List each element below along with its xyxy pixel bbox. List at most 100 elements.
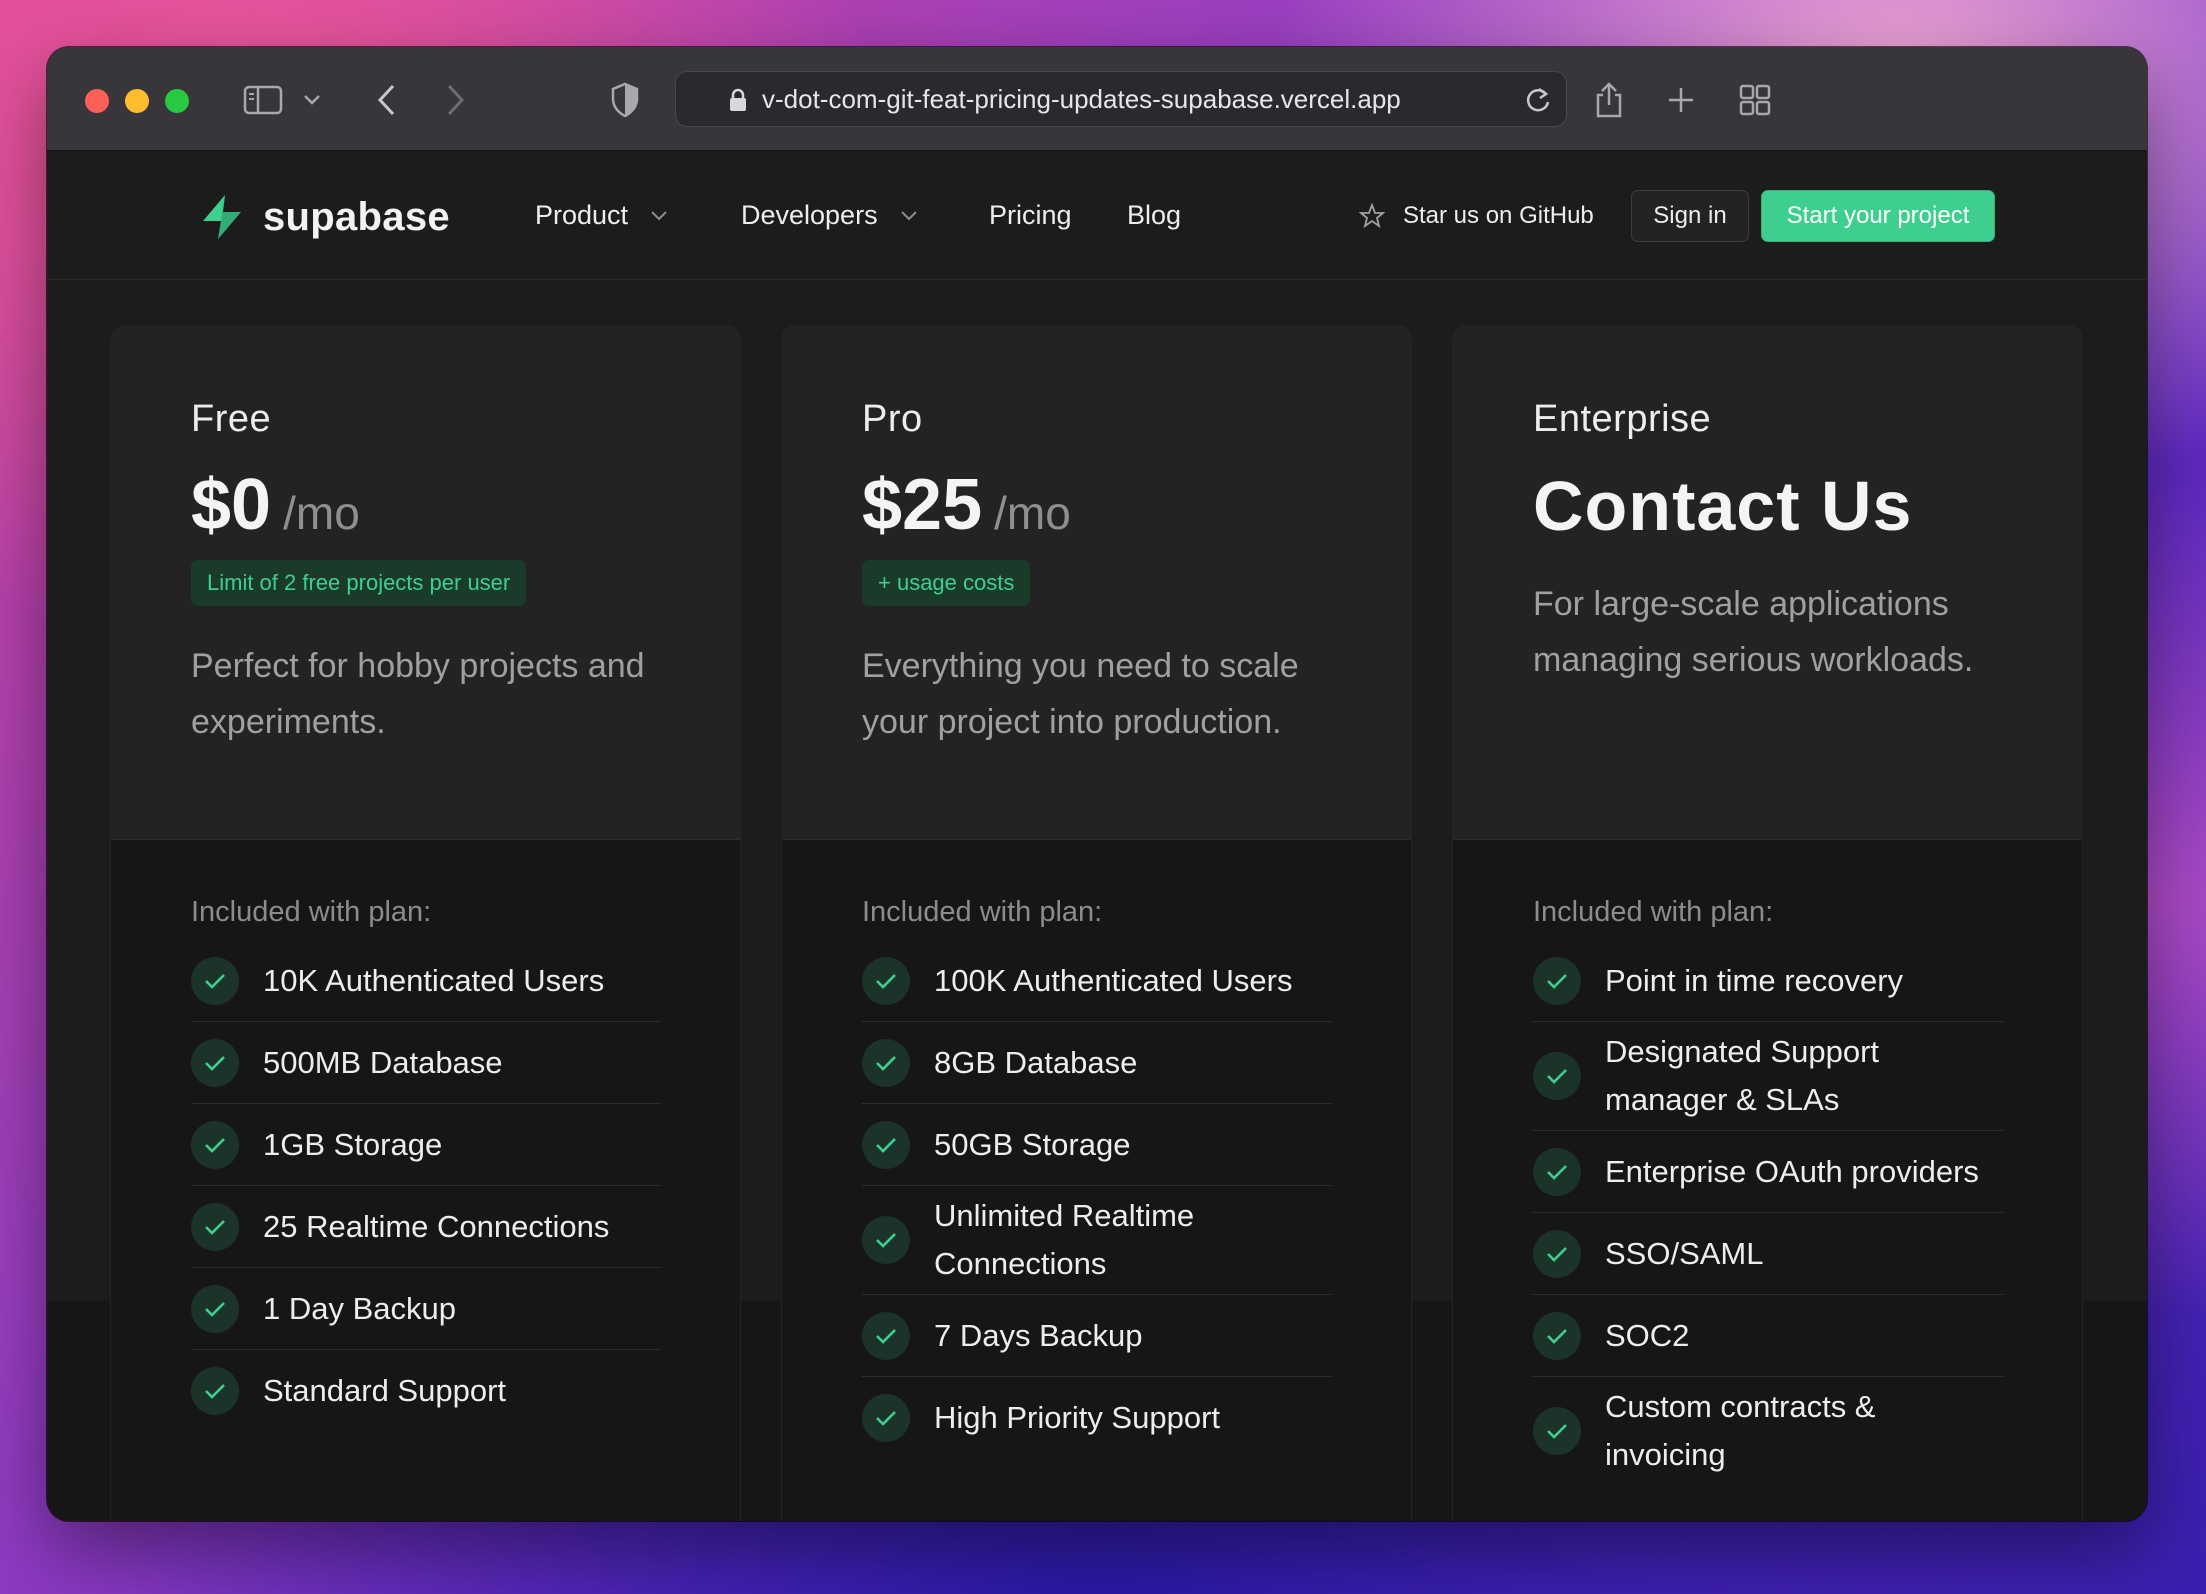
forward-icon[interactable] xyxy=(435,77,475,123)
check-icon xyxy=(862,1120,910,1169)
price-period: /mo xyxy=(994,487,1071,539)
feature-text: Designated Support manager & SLAs xyxy=(1605,1034,1880,1117)
included-label: Included with plan: xyxy=(1533,896,1774,928)
feature-item: 8GB Database xyxy=(862,1022,1332,1104)
address-bar[interactable]: v-dot-com-git-feat-pricing-updates-supab… xyxy=(675,71,1567,127)
check-icon xyxy=(191,1367,239,1415)
feature-text: 7 Days Backup xyxy=(934,1317,1143,1353)
nav-blog[interactable]: Blog xyxy=(1127,200,1181,231)
start-project-button[interactable]: Start your project xyxy=(1761,190,1995,242)
supabase-logo[interactable]: supabase xyxy=(197,192,450,242)
plan-card-free: Free $0 /mo Limit of 2 free projects per… xyxy=(110,325,741,1521)
check-icon xyxy=(1533,1147,1581,1196)
shield-icon[interactable] xyxy=(605,77,645,123)
feature-list: 100K Authenticated Users 8GB Database 50GB… xyxy=(862,940,1332,1459)
feature-text: Enterprise OAuth providers xyxy=(1605,1153,1979,1189)
feature-text: 1 Day Backup xyxy=(263,1290,456,1326)
check-icon xyxy=(862,1216,910,1264)
check-icon xyxy=(191,1202,239,1251)
check-icon xyxy=(1533,956,1581,1005)
feature-item: 1GB Storage xyxy=(191,1104,661,1186)
plan-description: Perfect for hobby projects and experimen… xyxy=(191,647,645,741)
price-row: $0 /mo xyxy=(191,464,360,546)
supabase-bolt-icon xyxy=(203,195,241,239)
check-icon xyxy=(862,1394,910,1442)
tab-overview-icon[interactable] xyxy=(1733,77,1777,123)
check-icon xyxy=(1533,1229,1581,1278)
check-icon xyxy=(862,956,910,1005)
pricing-section: Free $0 /mo Limit of 2 free projects per… xyxy=(47,281,2147,1521)
feature-item: 1 Day Backup xyxy=(191,1268,661,1350)
nav-product[interactable]: Product xyxy=(535,200,668,231)
browser-toolbar: v-dot-com-git-feat-pricing-updates-supab… xyxy=(47,47,2147,151)
chevron-down-icon[interactable] xyxy=(299,77,325,123)
lock-icon xyxy=(728,88,748,117)
feature-item: 500MB Database xyxy=(191,1022,661,1104)
star-icon xyxy=(1359,203,1385,229)
nav-product-label: Product xyxy=(535,200,629,230)
plan-name: Enterprise xyxy=(1533,398,1712,440)
check-icon xyxy=(1533,1407,1581,1455)
back-icon[interactable] xyxy=(367,77,407,123)
feature-text: Point in time recovery xyxy=(1605,962,1904,998)
plan-badge: + usage costs xyxy=(862,560,1031,606)
feature-text: 1GB Storage xyxy=(263,1126,443,1162)
check-icon xyxy=(191,1120,239,1169)
minimize-window-button[interactable] xyxy=(125,89,149,113)
feature-text: 50GB Storage xyxy=(934,1126,1131,1162)
share-icon[interactable] xyxy=(1587,77,1631,123)
feature-text: SOC2 xyxy=(1605,1317,1690,1353)
feature-list: 10K Authenticated Users 500MB Database 1GB… xyxy=(191,940,661,1432)
price-period: /mo xyxy=(283,487,360,539)
sign-in-button[interactable]: Sign in xyxy=(1631,190,1749,242)
feature-item: SSO/SAML xyxy=(1533,1213,2003,1295)
feature-text: 25 Realtime Connections xyxy=(263,1208,610,1244)
plan-card-pro: Pro $25 /mo + usage costs Everything you… xyxy=(781,325,1412,1521)
site-navbar: supabase Product Developers Pricing Blog… xyxy=(47,152,2147,280)
plan-price: $25 xyxy=(862,465,983,545)
feature-list: Point in time recovery Designated Support… xyxy=(1533,940,2003,1485)
reload-icon[interactable] xyxy=(1524,85,1552,120)
feature-item: Point in time recovery xyxy=(1533,940,2003,1022)
chevron-down-icon xyxy=(651,210,667,220)
github-star-link[interactable]: Star us on GitHub xyxy=(1359,202,1594,230)
check-icon xyxy=(862,1038,910,1087)
feature-item: Custom contracts & invoicing xyxy=(1533,1377,2003,1485)
plan-name: Pro xyxy=(862,398,923,440)
nav-pricing[interactable]: Pricing xyxy=(989,200,1072,231)
check-icon xyxy=(1533,1311,1581,1360)
check-icon xyxy=(191,1038,239,1087)
sidebar-icon[interactable] xyxy=(239,77,287,123)
browser-window: v-dot-com-git-feat-pricing-updates-supab… xyxy=(47,47,2147,1521)
feature-item: 7 Days Backup xyxy=(862,1295,1332,1377)
feature-text: Standard Support xyxy=(263,1373,507,1408)
feature-text: 100K Authenticated Users xyxy=(934,962,1293,998)
nav-developers-label: Developers xyxy=(741,200,878,230)
check-icon xyxy=(862,1311,910,1360)
check-icon xyxy=(191,1284,239,1333)
zoom-window-button[interactable] xyxy=(165,89,189,113)
feature-item: 25 Realtime Connections xyxy=(191,1186,661,1268)
feature-text: 500MB Database xyxy=(263,1044,503,1080)
new-tab-icon[interactable] xyxy=(1661,77,1701,123)
nav-developers[interactable]: Developers xyxy=(741,200,918,231)
feature-text: 8GB Database xyxy=(934,1044,1138,1080)
check-icon xyxy=(1533,1052,1581,1100)
feature-item: 50GB Storage xyxy=(862,1104,1332,1186)
plan-card-enterprise: Enterprise Contact Us For large-scale ap… xyxy=(1452,325,2083,1521)
plan-card-header: Free $0 /mo Limit of 2 free projects per… xyxy=(111,326,740,840)
included-label: Included with plan: xyxy=(191,896,432,928)
feature-item: Standard Support xyxy=(191,1350,661,1432)
feature-item: Unlimited Realtime Connections xyxy=(862,1186,1332,1295)
feature-text: Unlimited Realtime Connections xyxy=(934,1198,1195,1281)
chevron-down-icon xyxy=(900,210,917,220)
feature-item: Designated Support manager & SLAs xyxy=(1533,1022,2003,1131)
url-text: v-dot-com-git-feat-pricing-updates-supab… xyxy=(762,83,1401,114)
check-icon xyxy=(191,956,239,1005)
feature-text: Custom contracts & invoicing xyxy=(1605,1389,1876,1472)
plan-description: For large-scale applications managing se… xyxy=(1533,585,1974,679)
close-window-button[interactable] xyxy=(85,89,109,113)
plan-description: Everything you need to scale your projec… xyxy=(862,647,1299,741)
price-row: $25 /mo xyxy=(862,464,1071,546)
feature-item: 100K Authenticated Users xyxy=(862,940,1332,1022)
